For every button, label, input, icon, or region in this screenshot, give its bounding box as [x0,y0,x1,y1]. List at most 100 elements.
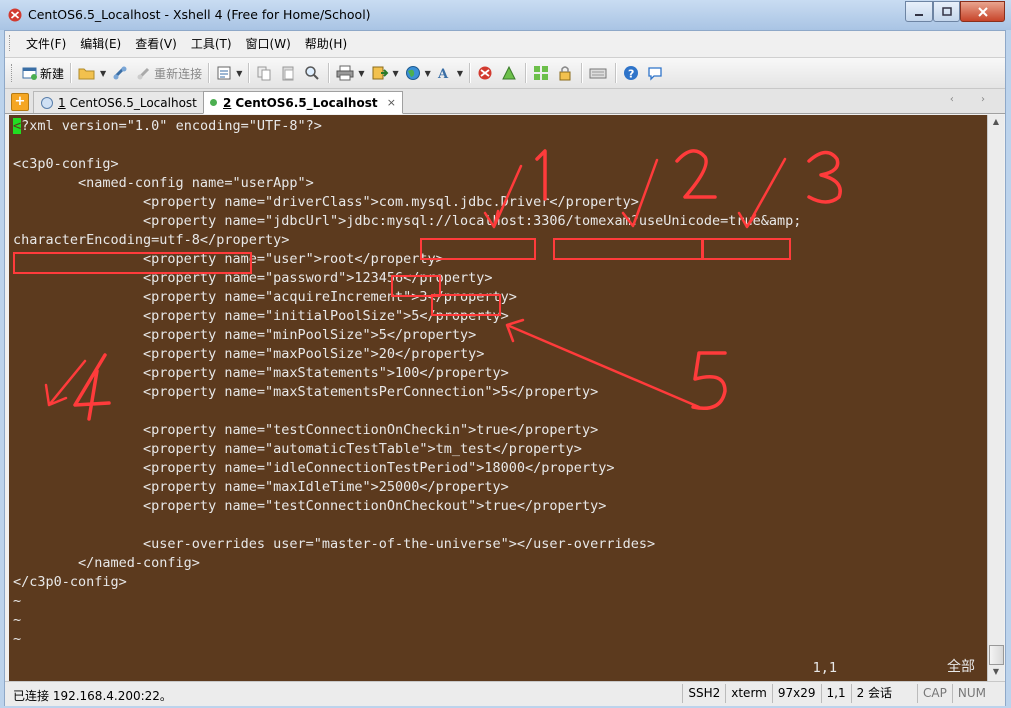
session-tab-strip: + 1 CentOS6.5_Localhost 2 CentOS6.5_Loca… [5,89,1005,114]
add-tab-button[interactable]: + [11,93,29,111]
vertical-scrollbar[interactable]: ▲ ▼ [987,115,1004,681]
help-button[interactable]: ? [620,62,644,84]
minimize-icon [915,13,923,16]
tab-session-1[interactable]: 1 CentOS6.5_Localhost [33,91,207,113]
keyboard-icon [589,68,607,79]
globe-icon [405,66,420,80]
lock-icon [559,66,571,81]
window-controls [905,1,1005,22]
folder-icon [78,68,95,80]
reconnect-button[interactable]: 重新连接 [133,62,205,84]
menu-view[interactable]: 查看(V) [128,33,184,54]
window-title: CentOS6.5_Localhost - Xshell 4 (Free for… [28,7,371,22]
chevron-down-icon: ▼ [358,68,365,78]
reconnect-link-button[interactable] [109,62,133,84]
close-button[interactable] [960,1,1005,22]
tab-number: 1 [58,95,66,110]
menu-help[interactable]: 帮助(H) [298,33,354,54]
terminal-size-status: 97x29 [771,684,821,703]
menu-tools[interactable]: 工具(T) [184,33,239,54]
toolbar-separator [468,63,471,83]
transfer-button[interactable]: ▼ [368,62,402,84]
chevron-down-icon: ▼ [424,68,431,78]
session-icon [41,96,53,109]
xshell-app-icon [8,8,22,22]
maximize-icon [941,6,952,16]
scroll-up-icon[interactable]: ▲ [990,117,1002,129]
cursor-status: 1,1 [820,684,851,703]
new-session-icon [22,67,37,80]
app-frame: 文件(F) 编辑(E) 查看(V) 工具(T) 窗口(W) 帮助(H) 新建 ▼… [4,30,1006,706]
vim-scroll-indicator: 全部 [947,659,975,675]
paste-icon [282,66,294,81]
xftp-icon [478,66,492,80]
lock-button[interactable] [554,62,578,84]
font-icon: A [437,67,449,81]
properties-icon [217,66,231,80]
tab-close-icon[interactable]: × [387,96,396,109]
menu-file[interactable]: 文件(F) [19,33,73,54]
scrollbar-thumb[interactable] [989,645,1004,665]
reconnect-label: 重新连接 [154,66,203,81]
toolbar-separator [580,63,583,83]
new-session-button[interactable]: 新建 [19,62,67,84]
xftp-button[interactable] [474,62,498,84]
properties-button[interactable]: ▼ [213,62,245,84]
toolbar-separator [70,63,73,83]
toolbar-separator [328,63,331,83]
chevron-down-icon: ▼ [392,68,399,78]
title-bar: CentOS6.5_Localhost - Xshell 4 (Free for… [0,0,1011,30]
keyboard-button[interactable] [586,62,612,84]
annotation-arrows [44,157,787,409]
menu-window[interactable]: 窗口(W) [239,33,298,54]
terminal-type-status: xterm [725,684,772,703]
layout-grid-icon [533,66,548,80]
svg-text:A: A [437,67,449,81]
search-icon [305,66,320,80]
tab-number: 2 [223,95,232,110]
sessions-count: 2 会话 [850,684,897,703]
layout-button[interactable] [530,62,554,84]
minimize-button[interactable] [905,1,933,22]
printer-icon [336,65,354,81]
toolbar-separator [614,63,617,83]
tab-label: CentOS6.5_Localhost [69,95,197,110]
digit-3 [807,150,842,204]
font-button[interactable]: A ▼ [434,62,466,84]
toolbar-separator [208,63,211,83]
svg-text:?: ? [628,68,634,81]
menu-edit[interactable]: 编辑(E) [73,33,128,54]
print-button[interactable]: ▼ [333,62,367,84]
chevron-down-icon: ▼ [456,68,463,78]
num-lock-indicator: NUM [951,684,991,703]
compose-icon [502,65,516,80]
chat-button[interactable] [644,62,668,84]
chevron-down-icon: ▼ [100,68,107,78]
toolbar: 新建 ▼ 重新连接 ▼ ▼ ▼ ▼ A ▼ ? [5,57,1005,89]
open-button[interactable]: ▼ [75,62,109,84]
help-icon: ? [623,66,638,81]
digit-5 [691,351,727,410]
paste-button[interactable] [277,62,301,84]
scroll-down-icon[interactable]: ▼ [990,667,1002,679]
status-cells: SSH2 xterm 97x29 1,1 2 会话 CAP NUM [682,684,991,703]
digit-2 [675,149,717,199]
tab-scroll-arrows[interactable]: ‹ › [950,94,997,105]
menu-grip [9,35,13,51]
globe-button[interactable]: ▼ [402,62,434,84]
toolbar-separator [524,63,527,83]
toolbar-separator [248,63,251,83]
maximize-button[interactable] [933,1,960,22]
protocol-status: SSH2 [682,684,725,703]
tab-session-2[interactable]: 2 CentOS6.5_Localhost × [203,91,403,114]
compose-button[interactable] [498,62,522,84]
terminal-screen[interactable]: <?xml version="1.0" encoding="UTF-8"?> <… [9,115,987,681]
cursor-position-readout: 1,1 [812,660,837,676]
find-button[interactable] [301,62,325,84]
copy-button[interactable] [253,62,277,84]
toolbar-grip [11,64,15,82]
new-session-label: 新建 [40,66,65,81]
link-icon [113,66,127,80]
copy-icon [257,66,271,81]
tab-label: CentOS6.5_Localhost [235,95,378,110]
